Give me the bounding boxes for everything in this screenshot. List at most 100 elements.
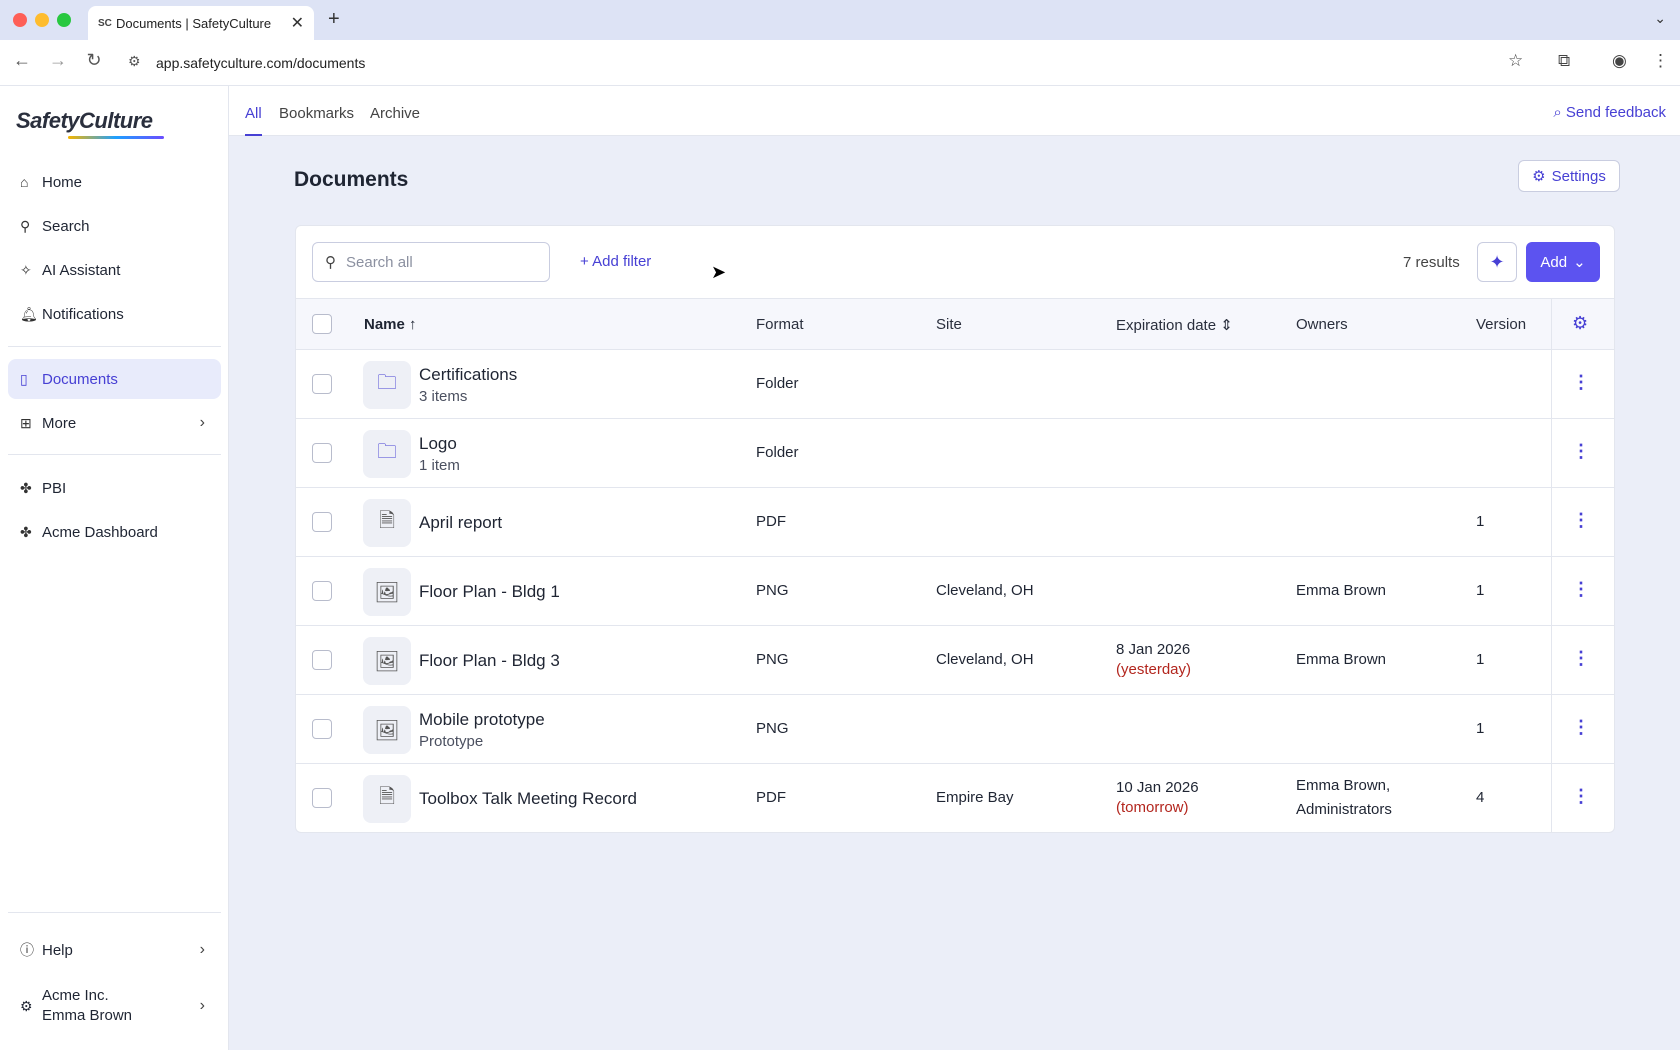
sidebar-item-label: PBI — [42, 479, 67, 497]
sidebar-item-help[interactable]: ⓘ Help › — [8, 930, 221, 970]
reload-icon[interactable]: ↻ — [82, 50, 106, 71]
row-checkbox[interactable] — [312, 788, 332, 808]
search-input[interactable]: ⚲ Search all — [312, 242, 550, 282]
row-actions-kebab-icon[interactable]: ⋮ — [1572, 786, 1590, 807]
column-separator — [1551, 764, 1552, 833]
extensions-icon[interactable]: ⧉ — [1558, 51, 1570, 71]
bookmark-star-icon[interactable]: ☆ — [1508, 51, 1523, 71]
table-row[interactable]: 🗎︎ Toolbox Talk Meeting Record PDF Empir… — [296, 764, 1614, 833]
column-separator — [1551, 419, 1552, 488]
gear-icon: ⚙ — [1532, 168, 1546, 185]
sidebar-divider — [8, 346, 221, 347]
document-name[interactable]: Toolbox Talk Meeting Record — [419, 789, 637, 809]
tab-all[interactable]: All — [245, 86, 262, 136]
pdf-file-icon: 🗎︎ — [363, 775, 411, 823]
url-field[interactable]: ⚙ app.safetyculture.com/documents — [120, 47, 1540, 79]
back-icon[interactable]: ← — [10, 50, 34, 71]
column-name-label: Name — [364, 316, 405, 333]
feedback-icon: ⌕ — [1553, 104, 1566, 121]
sidebar-item-label: More — [42, 414, 77, 432]
column-separator — [1551, 299, 1552, 351]
table-row[interactable]: 🗎︎ April report PDF 1 ⋮ — [296, 488, 1614, 557]
maximize-window-button[interactable] — [57, 13, 71, 27]
table-row[interactable]: 🖼︎ Floor Plan - Bldg 3 PNG Cleveland, OH… — [296, 626, 1614, 695]
forward-icon[interactable]: → — [46, 50, 70, 71]
chevron-right-icon: › — [199, 941, 205, 958]
document-subtitle: 3 items — [419, 388, 468, 405]
browser-menu-icon[interactable]: ⋮ — [1652, 51, 1669, 71]
add-label: Add — [1540, 253, 1568, 271]
minimize-window-button[interactable] — [35, 13, 49, 27]
mouse-cursor-icon: ➤ — [711, 262, 727, 282]
sparkle-icon: ✧ — [20, 261, 32, 278]
sidebar-item-acme-dashboard[interactable]: ✤ Acme Dashboard — [8, 512, 221, 552]
table-row[interactable]: 🗀︎ Certifications 3 items Folder ⋮ — [296, 350, 1614, 419]
folder-icon: 🗀︎ — [363, 361, 411, 409]
row-checkbox[interactable] — [312, 443, 332, 463]
row-checkbox[interactable] — [312, 581, 332, 601]
browser-tab[interactable]: SC Documents | SafetyCulture ✕ — [88, 6, 314, 40]
row-checkbox[interactable] — [312, 374, 332, 394]
send-feedback-link[interactable]: ⌕ Send feedback — [1553, 104, 1666, 121]
table-row[interactable]: 🖼︎ Floor Plan - Bldg 1 PNG Cleveland, OH… — [296, 557, 1614, 626]
tab-bookmarks[interactable]: Bookmarks — [279, 86, 354, 136]
sidebar-item-pbi[interactable]: ✤ PBI — [8, 468, 221, 508]
sidebar-item-documents[interactable]: ▯ Documents — [8, 359, 221, 399]
document-name[interactable]: Floor Plan - Bldg 1 — [419, 582, 560, 602]
add-filter-button[interactable]: + Add filter — [580, 253, 651, 270]
safetyculture-logo[interactable]: SafetyCulture — [16, 108, 153, 134]
table-row[interactable]: 🗀︎ Logo 1 item Folder ⋮ — [296, 419, 1614, 488]
close-window-button[interactable] — [13, 13, 27, 27]
image-file-icon: 🖼︎ — [363, 637, 411, 685]
document-name[interactable]: Logo — [419, 434, 457, 454]
column-header-site: Site — [936, 316, 962, 333]
column-header-name[interactable]: Name ↑ — [364, 316, 417, 333]
row-actions-kebab-icon[interactable]: ⋮ — [1572, 441, 1590, 462]
puzzle-icon: ✤ — [20, 523, 32, 540]
column-header-expiration[interactable]: Expiration date ⇕ — [1116, 316, 1233, 334]
new-tab-icon[interactable]: + — [328, 8, 340, 31]
select-all-checkbox[interactable] — [312, 314, 332, 334]
site-info-icon[interactable]: ⚙ — [128, 53, 141, 70]
row-actions-kebab-icon[interactable]: ⋮ — [1572, 717, 1590, 738]
row-actions-kebab-icon[interactable]: ⋮ — [1572, 372, 1590, 393]
row-actions-kebab-icon[interactable]: ⋮ — [1572, 510, 1590, 531]
row-checkbox[interactable] — [312, 650, 332, 670]
document-name[interactable]: April report — [419, 513, 502, 533]
tab-archive[interactable]: Archive — [370, 86, 420, 136]
tab-list-chevron-icon[interactable]: ⌄ — [1654, 10, 1666, 27]
pdf-file-icon: 🗎︎ — [363, 499, 411, 547]
close-tab-icon[interactable]: ✕ — [291, 13, 304, 33]
sidebar-item-notifications[interactable]: 🔔︎ Notifications — [8, 294, 221, 334]
send-feedback-label: Send feedback — [1565, 104, 1666, 121]
sidebar-item-label: AI Assistant — [42, 261, 121, 279]
row-actions-kebab-icon[interactable]: ⋮ — [1572, 648, 1590, 669]
sidebar-divider — [8, 912, 221, 913]
account-menu[interactable]: ⚙ Acme Inc. Emma Brown › — [8, 978, 221, 1034]
sidebar-item-more[interactable]: ⊞ More › — [8, 403, 221, 443]
table-row[interactable]: 🖼︎ Mobile prototype Prototype PNG 1 ⋮ — [296, 695, 1614, 764]
sort-icon: ⇕ — [1220, 317, 1233, 334]
expiration-date: 10 Jan 2026 — [1116, 779, 1199, 796]
document-name[interactable]: Mobile prototype — [419, 710, 545, 730]
document-name[interactable]: Floor Plan - Bldg 3 — [419, 651, 560, 671]
ai-sparkle-button[interactable]: ✦ — [1477, 242, 1517, 282]
row-actions-kebab-icon[interactable]: ⋮ — [1572, 579, 1590, 600]
site-cell: Cleveland, OH — [936, 651, 1034, 668]
grid-icon: ⊞ — [20, 414, 32, 431]
document-subtitle: Prototype — [419, 733, 484, 750]
add-button[interactable]: Add ⌄ — [1526, 242, 1600, 282]
column-header-version: Version — [1476, 316, 1527, 333]
address-bar-row: ← → ↻ ⚙ app.safetyculture.com/documents … — [0, 40, 1680, 86]
settings-button[interactable]: ⚙ Settings — [1518, 160, 1620, 192]
row-checkbox[interactable] — [312, 512, 332, 532]
document-name[interactable]: Certifications — [419, 365, 517, 385]
column-settings-gear-icon[interactable]: ⚙ — [1572, 313, 1588, 334]
sidebar-item-search[interactable]: ⚲ Search — [8, 206, 221, 246]
profile-icon[interactable]: ◉ — [1612, 51, 1627, 71]
page-title: Documents — [294, 168, 409, 191]
sidebar-item-ai-assistant[interactable]: ✧ AI Assistant — [8, 250, 221, 290]
row-checkbox[interactable] — [312, 719, 332, 739]
sidebar-item-home[interactable]: ⌂ Home — [8, 162, 221, 202]
sidebar-item-label: Home — [42, 173, 83, 191]
